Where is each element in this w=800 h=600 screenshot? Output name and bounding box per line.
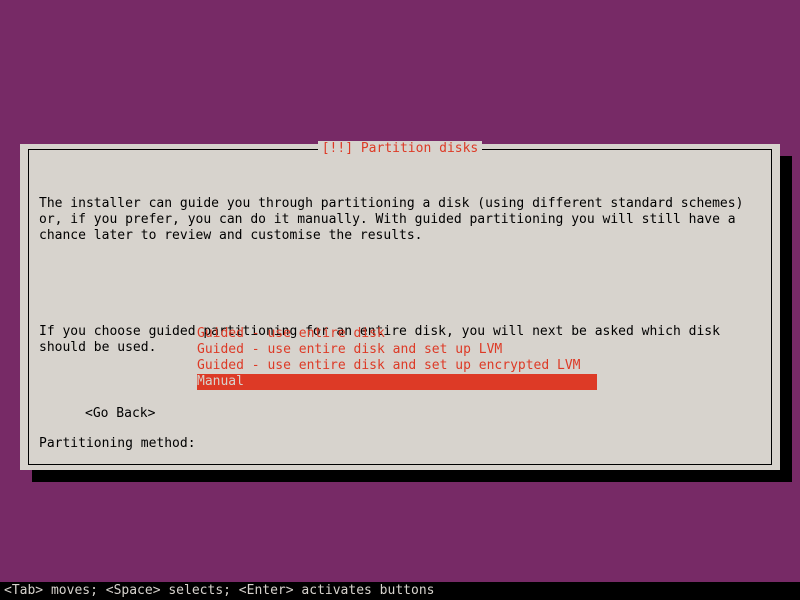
go-back-button[interactable]: <Go Back>: [85, 406, 155, 422]
spacer: [39, 276, 761, 292]
option-guided-lvm[interactable]: Guided - use entire disk and set up LVM: [197, 342, 597, 358]
option-guided-entire-disk[interactable]: Guided - use entire disk: [197, 326, 597, 342]
dialog-title: [!!] Partition disks: [318, 141, 483, 157]
dialog-title-wrap: [!!] Partition disks: [29, 141, 771, 157]
method-label: Partitioning method:: [39, 436, 761, 452]
partition-dialog: [!!] Partition disks The installer can g…: [20, 144, 780, 470]
dialog-paragraph-1: The installer can guide you through part…: [39, 196, 761, 244]
spacer: [39, 388, 761, 404]
options-list: Guided - use entire disk Guided - use en…: [197, 326, 597, 390]
dialog-content: The installer can guide you through part…: [39, 164, 761, 484]
dialog-border: [!!] Partition disks The installer can g…: [28, 149, 772, 465]
option-guided-encrypted-lvm[interactable]: Guided - use entire disk and set up encr…: [197, 358, 597, 374]
option-manual[interactable]: Manual: [197, 374, 597, 390]
footer-help: <Tab> moves; <Space> selects; <Enter> ac…: [0, 582, 800, 600]
